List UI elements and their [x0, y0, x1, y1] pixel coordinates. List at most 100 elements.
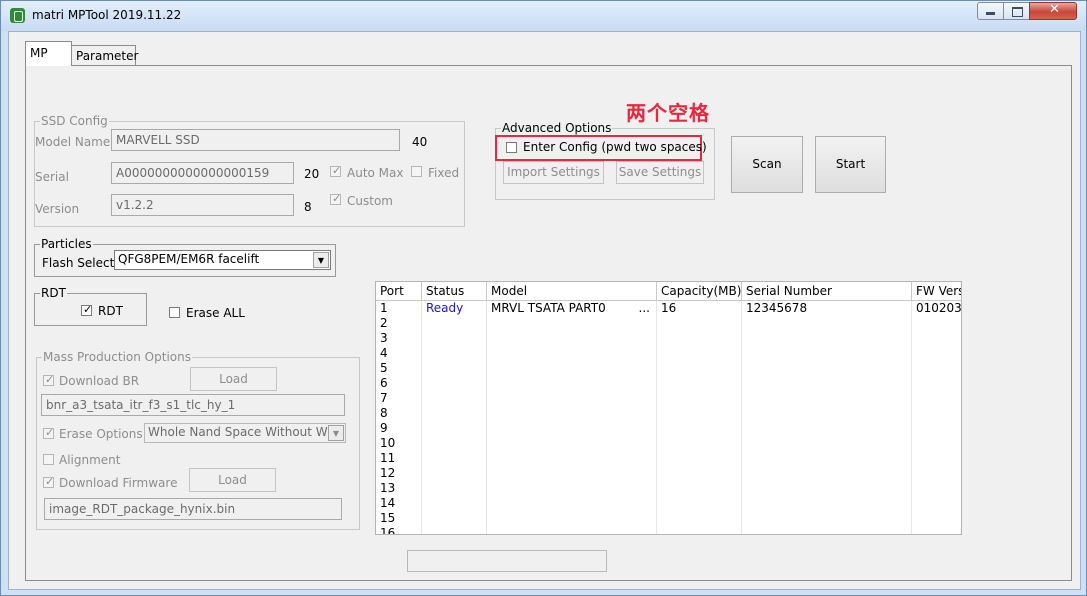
tab-parameter[interactable]: Parameter [71, 45, 138, 67]
title-bar[interactable]: matri MPTool 2019.11.22 ✕ [1, 1, 1086, 31]
column-header-model[interactable]: Model [487, 282, 657, 300]
download-firmware-checkbox[interactable]: ✓ [43, 475, 55, 488]
erase-options-checkbox[interactable]: ✓ [43, 426, 54, 439]
custom-checkbox[interactable]: ✓ [330, 192, 341, 205]
firmware-file-field[interactable]: image_RDT_package_hynix.bin [44, 498, 342, 520]
table-cell-model [487, 391, 657, 406]
table-cell-fw [912, 526, 961, 534]
table-cell-model [487, 526, 657, 534]
table-row[interactable]: 11 [376, 451, 961, 466]
table-row[interactable]: 14 [376, 496, 961, 511]
column-header-capacity[interactable]: Capacity(MB) [657, 282, 742, 300]
table-cell-capacity [657, 526, 742, 534]
table-cell-serial [742, 421, 912, 436]
fixed-checkbox[interactable] [411, 166, 422, 177]
table-row[interactable]: 4 [376, 346, 961, 361]
column-header-serial[interactable]: Serial Number [742, 282, 912, 300]
fixed-label: Fixed [428, 166, 460, 180]
table-cell-capacity [657, 496, 742, 511]
table-cell-capacity [657, 346, 742, 361]
scan-label: Scan [752, 157, 782, 171]
table-cell-status [422, 376, 487, 391]
table-cell-capacity [657, 361, 742, 376]
auto-max-checkbox[interactable]: ✓ [330, 164, 341, 177]
table-row[interactable]: 13 [376, 481, 961, 496]
table-cell-serial [742, 331, 912, 346]
table-row[interactable]: 15 [376, 511, 961, 526]
flash-select-label: Flash Select [42, 256, 115, 270]
table-cell-port: 13 [376, 481, 422, 496]
enter-config-label: Enter Config (pwd two spaces) [523, 140, 707, 154]
rdt-checkbox[interactable]: ✓ [81, 303, 92, 316]
table-cell-model [487, 421, 657, 436]
table-row[interactable]: 2 [376, 316, 961, 331]
table-cell-fw [912, 316, 961, 331]
save-settings-label: Save Settings [618, 165, 702, 179]
check-mark-icon: ✓ [45, 475, 55, 488]
version-field[interactable]: v1.2.2 [111, 194, 294, 216]
table-row[interactable]: 9 [376, 421, 961, 436]
table-cell-status [422, 496, 487, 511]
table-cell-capacity [657, 391, 742, 406]
maximize-button[interactable] [1003, 2, 1030, 20]
tab-mp[interactable]: MP [25, 41, 72, 66]
auto-max-label: Auto Max [347, 166, 404, 180]
table-row[interactable]: 3 [376, 331, 961, 346]
start-button[interactable]: Start [815, 136, 886, 193]
close-button[interactable]: ✕ [1029, 2, 1077, 20]
erase-all-checkbox[interactable] [169, 307, 180, 318]
table-cell-serial [742, 436, 912, 451]
br-file-field[interactable]: bnr_a3_tsata_itr_f3_s1_tlc_hy_1 [41, 394, 345, 416]
rdt-group-label: RDT [40, 286, 67, 300]
column-header-status[interactable]: Status [422, 282, 487, 300]
load-br-button[interactable]: Load [190, 367, 277, 391]
load-br-label: Load [219, 372, 248, 386]
serial-field[interactable]: A0000000000000000159 [111, 162, 294, 184]
port-table[interactable]: Port Status Model Capacity(MB) Serial Nu… [375, 281, 962, 535]
load-firmware-button[interactable]: Load [189, 468, 276, 492]
table-cell-status [422, 361, 487, 376]
table-row[interactable]: 10 [376, 436, 961, 451]
table-cell-model [487, 511, 657, 526]
import-settings-button[interactable]: Import Settings [503, 161, 604, 184]
version-label: Version [35, 202, 80, 216]
download-br-checkbox[interactable]: ✓ [43, 373, 54, 386]
table-row[interactable]: 7 [376, 391, 961, 406]
column-header-fw-version[interactable]: FW Vers [912, 282, 961, 300]
br-file-value: bnr_a3_tsata_itr_f3_s1_tlc_hy_1 [46, 398, 236, 412]
table-cell-port: 14 [376, 496, 422, 511]
table-row[interactable]: 12 [376, 466, 961, 481]
alignment-label: Alignment [59, 453, 121, 467]
table-cell-status [422, 451, 487, 466]
table-row[interactable]: 1 Ready MRVL TSATA PART0... 16 12345678 01020… [376, 301, 961, 316]
enter-config-checkbox[interactable] [506, 142, 517, 153]
table-cell-fw [912, 451, 961, 466]
flash-select-dropdown[interactable]: QFG8PEM/EM6R facelift ▼ [114, 250, 331, 270]
alignment-checkbox[interactable] [43, 454, 54, 465]
version-length: 8 [304, 200, 312, 214]
table-cell-fw [912, 391, 961, 406]
erase-options-dropdown[interactable]: Whole Nand Space Without WPE ▼ [144, 423, 346, 443]
table-cell-fw [912, 346, 961, 361]
column-header-port[interactable]: Port [376, 282, 422, 300]
table-cell-model [487, 481, 657, 496]
table-row[interactable]: 16 [376, 526, 961, 534]
erase-all-label: Erase ALL [186, 306, 245, 320]
save-settings-button[interactable]: Save Settings [616, 161, 704, 184]
chevron-down-icon[interactable]: ▼ [313, 252, 329, 268]
version-value: v1.2.2 [116, 198, 154, 212]
table-row[interactable]: 6 [376, 376, 961, 391]
close-icon: ✕ [1049, 2, 1060, 17]
table-cell-capacity [657, 421, 742, 436]
minimize-button[interactable] [977, 2, 1004, 20]
table-row[interactable]: 5 [376, 361, 961, 376]
model-name-field[interactable]: MARVELL SSD [111, 129, 400, 151]
table-cell-fw [912, 436, 961, 451]
table-cell-port: 15 [376, 511, 422, 526]
table-cell-status [422, 331, 487, 346]
table-cell-serial [742, 346, 912, 361]
chevron-down-icon[interactable]: ▼ [328, 425, 344, 441]
table-row[interactable]: 8 [376, 406, 961, 421]
table-cell-status [422, 526, 487, 534]
scan-button[interactable]: Scan [731, 136, 803, 193]
